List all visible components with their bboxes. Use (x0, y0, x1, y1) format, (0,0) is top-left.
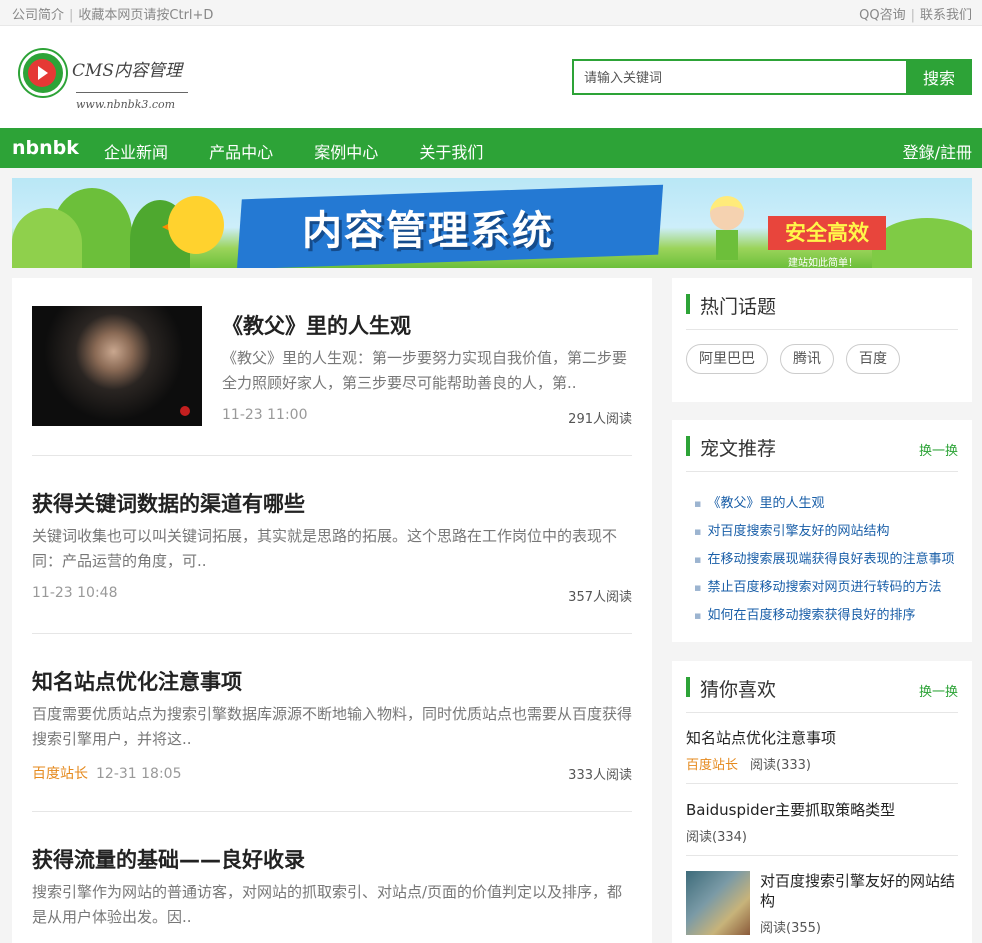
panel-title: 热门话题 (700, 296, 777, 318)
recommended-panel: 宠文推荐 换一换 《教父》里的人生观 对百度搜索引擎友好的网站结构 在移动搜索展… (672, 420, 972, 642)
divider (686, 855, 958, 856)
divider (686, 783, 958, 784)
guess-item-meta: 阅读(334) (686, 826, 747, 845)
header-accent-bar (686, 294, 690, 314)
guess-you-like-panel: 猜你喜欢 换一换 知名站点优化注意事项 百度站长 阅读(333) Baiduspi… (672, 661, 972, 943)
article-source[interactable]: 百度站长 (32, 766, 88, 782)
article-summary: 《教父》里的人生观：第一步要努力实现自我价值，第二步要全力照顾好家人，第三步要尽… (222, 349, 628, 392)
article-date-text: 11-23 10:48 (32, 585, 118, 601)
bookmark-hint: 收藏本网页请按Ctrl+D (78, 8, 214, 23)
article-reads: 357人阅读 (568, 590, 632, 605)
guess-item-meta: 百度站长 阅读(333) (686, 754, 811, 773)
guess-item-reads: 阅读(333) (750, 758, 811, 773)
topic-tag[interactable]: 腾讯 (780, 344, 834, 374)
article-item[interactable]: 知名站点优化注意事项 百度需要优质站点为搜索引擎数据库源源不断地输入物料，同时优… (32, 634, 632, 812)
girl-mascot-body (716, 230, 738, 260)
panel-header: 宠文推荐 换一换 (686, 434, 958, 472)
nav-item-news[interactable]: 企业新闻 (104, 143, 168, 162)
guess-item-title[interactable]: 对百度搜索引擎友好的网站结构 (760, 871, 958, 911)
logo-title: CMS内容管理 (72, 61, 183, 81)
article-item[interactable]: 获得关键词数据的渠道有哪些 关键词收集也可以叫关键词拓展，其实就是思路的拓展。这… (32, 456, 632, 634)
article-summary: 百度需要优质站点为搜索引擎数据库源源不断地输入物料，同时优质站点也需要从百度获得… (32, 705, 633, 748)
article-summary: 搜索引擎作为网站的普通访客，对网站的抓取索引、对站点/页面的价值判定以及排序，都… (32, 883, 623, 926)
top-bar: 公司简介 | 收藏本网页请按Ctrl+D QQ咨询 | 联系我们 (0, 0, 982, 26)
header: CMS内容管理 www.nbnbk3.com 搜索 (0, 26, 982, 128)
hot-topics-panel: 热门话题 阿里巴巴 腾讯 百度 (672, 278, 972, 402)
guess-item-title[interactable]: Baiduspider主要抓取策略类型 (686, 799, 895, 820)
search-button[interactable]: 搜索 (906, 59, 972, 95)
qq-consult-link[interactable]: QQ咨询 (859, 8, 905, 23)
about-link[interactable]: 公司简介 (12, 8, 64, 23)
nav-item-about[interactable]: 关于我们 (419, 143, 483, 162)
article-title[interactable]: 《教父》里的人生观 (222, 310, 411, 340)
guess-item-reads: 阅读(355) (760, 921, 821, 936)
banner-badge: 安全高效 (768, 216, 886, 250)
divider: | (69, 8, 74, 23)
logo-divider (76, 92, 188, 93)
panel-title: 猜你喜欢 (700, 679, 777, 701)
hero-banner[interactable]: 内容管理系统 安全高效 建站如此简单！ (12, 178, 972, 268)
topic-tag[interactable]: 阿里巴巴 (686, 344, 768, 374)
guess-item-thumbnail[interactable] (686, 871, 750, 935)
nav-item-cases[interactable]: 案例中心 (314, 143, 378, 162)
header-accent-bar (686, 677, 690, 697)
search-input[interactable] (574, 61, 906, 93)
login-register-link[interactable]: 登錄/註冊 (903, 139, 972, 163)
article-date: 11-23 10:48 (32, 585, 117, 601)
article-reads: 291人阅读 (568, 412, 632, 427)
article-list: 《教父》里的人生观 《教父》里的人生观：第一步要努力实现自我价值，第二步要全力照… (12, 278, 652, 943)
article-reads: 333人阅读 (568, 768, 632, 783)
article-title[interactable]: 获得关键词数据的渠道有哪些 (32, 488, 305, 518)
article-date-text: 12-31 18:05 (96, 766, 182, 782)
recommend-link[interactable]: 《教父》里的人生观 (694, 492, 960, 511)
article-thumbnail[interactable] (32, 306, 202, 426)
guess-item-meta: 阅读(355) (760, 917, 821, 936)
hill-decoration (872, 218, 972, 268)
recommend-link[interactable]: 对百度搜索引擎友好的网站结构 (694, 520, 960, 539)
panel-header: 猜你喜欢 换一换 (686, 675, 958, 713)
topic-tag[interactable]: 百度 (846, 344, 900, 374)
nav-items: 企业新闻 产品中心 案例中心 关于我们 (104, 139, 519, 163)
guess-item-source[interactable]: 百度站长 (686, 758, 738, 773)
contact-link[interactable]: 联系我们 (920, 8, 972, 23)
chick-mascot-icon (168, 196, 224, 254)
play-icon (28, 59, 56, 87)
recommend-link[interactable]: 禁止百度移动搜索对网页进行转码的方法 (694, 576, 960, 595)
article-summary: 关键词收集也可以叫关键词拓展，其实就是思路的拓展。这个思路在工作岗位中的表现不同… (32, 527, 618, 570)
logo-url: www.nbnbk3.com (76, 98, 176, 111)
panel-title: 宠文推荐 (700, 438, 777, 460)
refresh-link[interactable]: 换一换 (919, 681, 958, 700)
article-item[interactable]: 《教父》里的人生观 《教父》里的人生观：第一步要努力实现自我价值，第二步要全力照… (32, 306, 632, 456)
guess-item-title[interactable]: 知名站点优化注意事项 (686, 727, 836, 748)
banner-headline: 内容管理系统 (302, 208, 554, 254)
guess-item-reads: 阅读(334) (686, 830, 747, 845)
panel-header: 热门话题 (686, 292, 958, 330)
header-accent-bar (686, 436, 690, 456)
recommend-link[interactable]: 在移动搜索展现端获得良好表现的注意事项 (694, 548, 960, 567)
article-title[interactable]: 知名站点优化注意事项 (32, 666, 242, 696)
nav-brand[interactable]: nbnbk (12, 137, 79, 159)
banner-slogan: 建站如此简单！ (788, 258, 858, 268)
divider: | (910, 8, 915, 23)
refresh-link[interactable]: 换一换 (919, 440, 958, 459)
article-date-text: 11-23 11:00 (222, 407, 308, 423)
main-nav: nbnbk 企业新闻 产品中心 案例中心 关于我们 登錄/註冊 (0, 128, 982, 168)
girl-mascot-icon (710, 196, 744, 230)
nav-item-products[interactable]: 产品中心 (209, 143, 273, 162)
search-box: 搜索 (572, 59, 972, 95)
article-title[interactable]: 获得流量的基础——良好收录 (32, 844, 305, 874)
article-meta: 百度站长 12-31 18:05 (32, 763, 181, 783)
article-item[interactable]: 获得流量的基础——良好收录 搜索引擎作为网站的普通访客，对网站的抓取索引、对站点… (32, 812, 632, 943)
recommend-link[interactable]: 如何在百度移动搜索获得良好的排序 (694, 604, 960, 623)
rose-icon (180, 406, 190, 416)
article-date: 11-23 11:00 (222, 407, 307, 423)
